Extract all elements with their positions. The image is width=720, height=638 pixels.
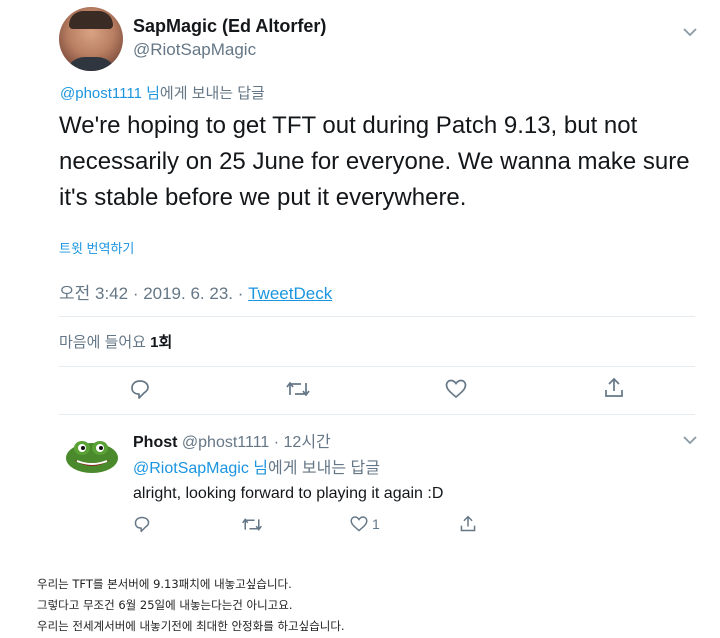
divider [59,366,695,367]
reply-like-button[interactable]: 1 [349,515,380,533]
author-avatar[interactable] [59,7,123,71]
retweet-icon [286,381,310,397]
reply-button[interactable] [129,378,151,400]
reply-reply-to-link[interactable]: @RiotSapMagic 님 [133,460,268,477]
reply-text: alright, looking forward to playing it a… [133,485,444,502]
share-button[interactable] [603,376,625,400]
reply-reply-to-line: @RiotSapMagic 님에게 보내는 답글 [133,454,380,478]
caption-line: 그렇다고 무조건 6월 25일에 내놓는다는건 아니고요. [37,598,293,612]
reply-author-name[interactable]: Phost [133,434,177,451]
reply-reply-to-suffix: 에게 보내는 답글 [268,460,380,477]
tweet-source-link[interactable]: TweetDeck [248,284,332,303]
caption-line: 우리는 TFT를 본서버에 9.13패치에 내놓고싶습니다. [37,577,292,591]
likes-summary[interactable]: 마음에 들어요 1회 [59,331,172,352]
tweet-meta: 오전 3:42 · 2019. 6. 23. · TweetDeck [59,279,332,304]
like-icon [350,516,368,532]
chevron-down-icon[interactable] [683,432,697,448]
author-name[interactable]: SapMagic (Ed Altorfer) [133,16,326,37]
reply-author-handle[interactable]: @phost1111 · 12시간 [177,434,331,451]
like-button[interactable] [444,378,468,400]
reply-to-link[interactable]: @phost1111 님 [60,85,160,102]
caption-line: 우리는 전세계서버에 내놓기전에 최대한 안정화를 하고싶습니다. [37,619,345,633]
likes-label: 마음에 들어요 [59,334,151,351]
reply-like-count: 1 [372,516,380,532]
share-icon [460,515,476,532]
reply-retweet-button[interactable] [241,516,263,533]
reply-reply-button[interactable] [133,515,151,533]
like-icon [445,379,467,399]
translate-tweet-link[interactable]: 트윗 번역하기 [59,238,134,257]
reply-share-button[interactable] [459,514,477,534]
divider [59,414,695,415]
likes-count: 1회 [150,334,173,351]
share-icon [605,377,623,397]
reply-header: Phost @phost1111 · 12시간 [133,428,331,452]
retweet-icon [242,518,262,531]
chevron-down-icon[interactable] [683,24,697,40]
tweet-text: We're hoping to get TFT out during Patch… [59,112,690,211]
reply-to-line: @phost1111 님에게 보내는 답글 [60,82,265,103]
retweet-button[interactable] [285,379,311,399]
reply-author-avatar[interactable] [62,436,122,476]
reply-icon [134,516,150,533]
reply-to-suffix: 에게 보내는 답글 [159,85,265,102]
author-handle[interactable]: @RiotSapMagic [133,40,256,60]
reply-icon [131,380,149,399]
divider [59,316,695,317]
tweet-timestamp[interactable]: 오전 3:42 · 2019. 6. 23. · [59,284,248,303]
